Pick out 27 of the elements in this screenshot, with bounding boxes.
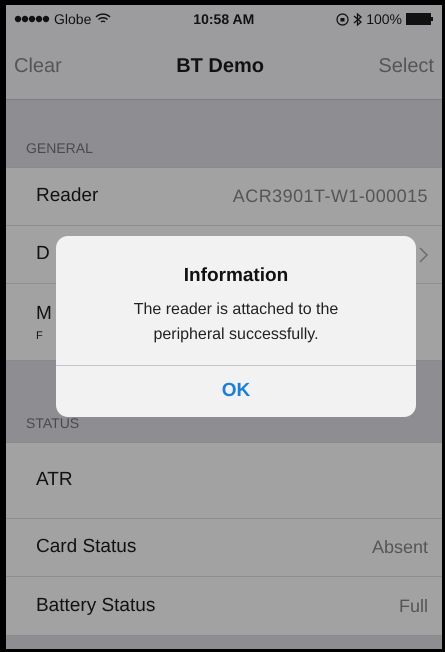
- battery-percent: 100%: [366, 10, 402, 28]
- row-value: Absent: [372, 536, 428, 559]
- row-subtitle: F: [36, 329, 44, 344]
- clear-button[interactable]: Clear: [14, 51, 62, 81]
- row-value: Full: [398, 594, 428, 618]
- nav-title: BT Demo: [176, 54, 264, 79]
- bluetooth-icon: [353, 12, 362, 26]
- row-label: M: [36, 302, 52, 326]
- chevron-icon: [419, 246, 428, 262]
- rotation-lock-icon: [336, 12, 350, 26]
- row-label: D: [36, 242, 50, 266]
- section-header: GENERAL: [26, 140, 93, 156]
- signal-icon: [14, 15, 50, 23]
- wifi-icon: [95, 13, 112, 25]
- row-label: ATR: [36, 468, 73, 492]
- alert-message: The reader is attached to the peripheral successfully.: [132, 300, 340, 344]
- row-label: Battery Status: [36, 594, 156, 618]
- carrier-name: Globe: [54, 10, 92, 28]
- battery-icon: [406, 13, 434, 25]
- ok-button[interactable]: OK: [56, 364, 416, 416]
- row-label: Reader: [36, 184, 98, 208]
- section-header: STATUS: [26, 415, 80, 431]
- row-label: Card Status: [36, 535, 136, 560]
- alert-title: Information: [184, 264, 288, 288]
- select-button[interactable]: Select: [378, 51, 434, 81]
- row-value: ACR3901T-W1-000015: [232, 185, 428, 208]
- status-time: 10:58 AM: [193, 10, 254, 28]
